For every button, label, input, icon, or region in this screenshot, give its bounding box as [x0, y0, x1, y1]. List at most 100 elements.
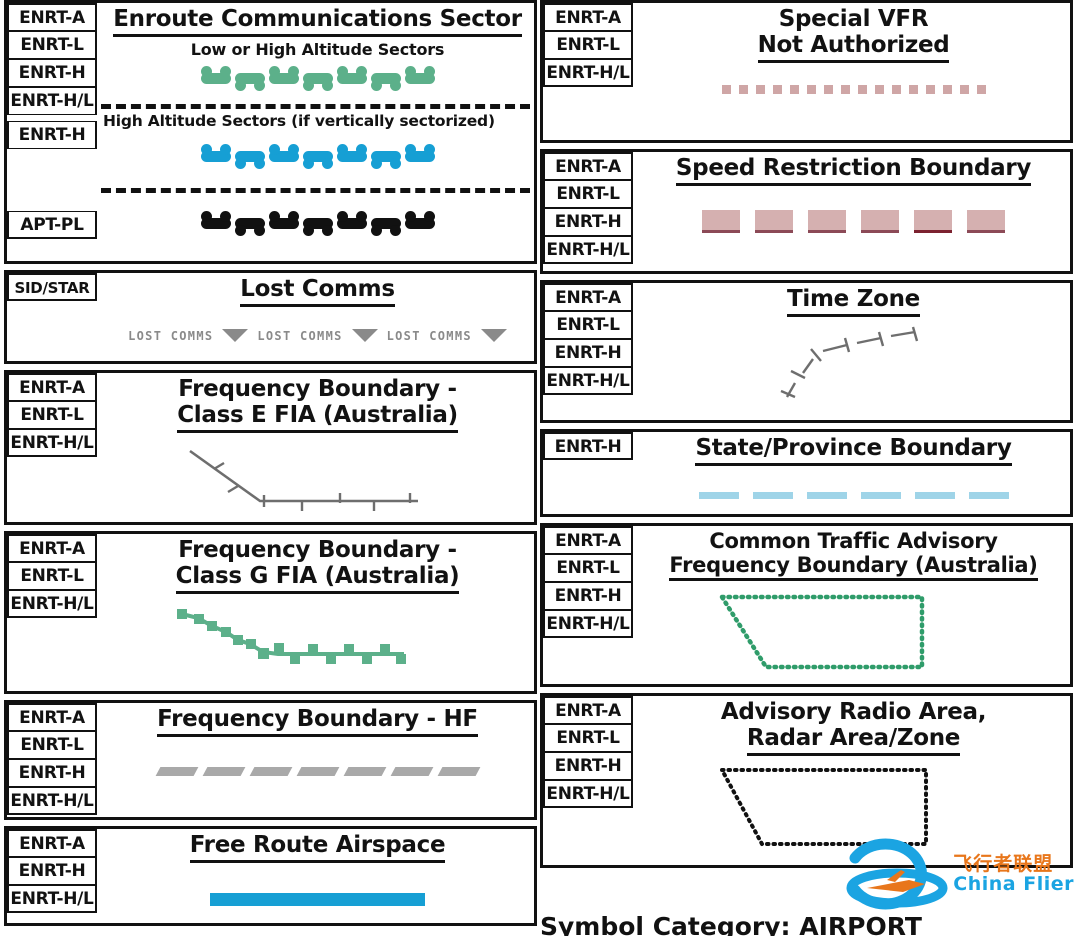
panel-title-line1: Special VFR — [778, 6, 929, 32]
panel-time-zone: ENRT-A ENRT-L ENRT-H ENRT-H/L Time Zone — [540, 280, 1073, 423]
label-stack: ENRT-H — [543, 432, 633, 460]
panel-frequency-boundary-class-g-fia: ENRT-A ENRT-L ENRT-H/L Frequency Boundar… — [4, 531, 537, 694]
dotted-polygon-black-icon — [643, 764, 1064, 854]
label-stack: ENRT-A ENRT-L ENRT-H/L — [7, 373, 97, 457]
chart-type-label: ENRT-A — [7, 3, 97, 31]
chart-type-label: ENRT-H — [543, 432, 633, 460]
panel-body: Lost Comms LOST COMMS LOST COMMS LOST CO… — [101, 273, 534, 349]
pink-block-dash-line-icon — [643, 209, 1064, 233]
chart-legend-page: ENRT-A ENRT-L ENRT-H ENRT-H/L ENRT-H APT… — [0, 0, 1076, 936]
label-stack: ENRT-A ENRT-L ENRT-H ENRT-H/L — [543, 526, 633, 638]
panel-title-line1: Frequency Boundary - — [178, 537, 457, 563]
chart-type-label: ENRT-H — [7, 759, 97, 787]
panel-title: Lost Comms — [107, 276, 528, 307]
section-divider-dashed-2 — [101, 187, 530, 193]
chart-type-label: ENRT-A — [543, 283, 633, 311]
solid-thick-bar-blue-icon — [107, 892, 528, 906]
panel-lost-comms: SID/STAR Lost Comms LOST COMMS LOST COMM… — [4, 270, 537, 364]
chart-type-label: ENRT-L — [7, 562, 97, 590]
panel-body: Advisory Radio Area, Radar Area/Zone — [637, 696, 1070, 860]
panel-title-line2: Not Authorized — [757, 32, 950, 63]
panel-title: State/Province Boundary — [643, 435, 1064, 466]
panel-title-line2: Frequency Boundary (Australia) — [669, 553, 1038, 582]
chart-type-label: ENRT-H/L — [543, 780, 633, 808]
panel-body-3 — [101, 211, 534, 237]
label-stack: ENRT-A ENRT-L ENRT-H ENRT-H/L — [7, 703, 97, 815]
chart-type-label: ENRT-A — [7, 703, 97, 731]
chart-type-label: ENRT-A — [7, 534, 97, 562]
chart-type-label: ENRT-H — [543, 208, 633, 236]
chart-type-label: ENRT-H/L — [7, 429, 97, 457]
chart-type-label: ENRT-A — [7, 829, 97, 857]
chart-type-label: ENRT-H/L — [7, 590, 97, 618]
panel-title-text: Enroute Communications Sector — [113, 6, 522, 37]
label-stack: ENRT-A ENRT-H ENRT-H/L — [7, 829, 97, 913]
panel-title-line2: Class E FIA (Australia) — [177, 402, 458, 433]
panel-title: Speed Restriction Boundary — [643, 155, 1064, 186]
label-stack: ENRT-A ENRT-L ENRT-H ENRT-H/L — [543, 696, 633, 808]
panel-body: Speed Restriction Boundary — [637, 152, 1070, 239]
panel-title: Free Route Airspace — [107, 832, 528, 863]
panel-body: Special VFR Not Authorized — [637, 3, 1070, 100]
chart-type-label: ENRT-A — [543, 526, 633, 554]
panel-speed-restriction-boundary: ENRT-A ENRT-L ENRT-H ENRT-H/L Speed Rest… — [540, 149, 1073, 274]
panel-body: Frequency Boundary - Class G FIA (Austra… — [101, 534, 534, 678]
chart-type-label: ENRT-H/L — [7, 87, 97, 115]
panel-body: Free Route Airspace — [101, 829, 534, 912]
down-triangle-icon — [351, 329, 378, 343]
panel-title-text: Frequency Boundary - HF — [157, 706, 478, 737]
chart-type-label: ENRT-L — [543, 180, 633, 208]
chart-type-label: ENRT-A — [543, 696, 633, 724]
chart-type-label: ENRT-L — [543, 311, 633, 339]
panel-title-text: State/Province Boundary — [695, 435, 1012, 466]
panel-subtitle-2: High Altitude Sectors (if vertically sec… — [103, 111, 495, 130]
chart-type-label: ENRT-H — [7, 59, 97, 87]
panel-special-vfr-not-authorized: ENRT-A ENRT-L ENRT-H/L Special VFR Not A… — [540, 0, 1073, 143]
panel-title: Frequency Boundary - Class G FIA (Austra… — [107, 537, 528, 594]
label-stack: ENRT-A ENRT-L ENRT-H/L — [543, 3, 633, 87]
panel-body: Time Zone — [637, 283, 1070, 409]
panel-title-line1: Common Traffic Advisory — [709, 529, 998, 553]
comm-sector-arc-chain-blue-icon — [101, 144, 534, 170]
panel-title: Common Traffic Advisory Frequency Bounda… — [643, 529, 1064, 582]
bottom-partial-heading: Symbol Category: AIRPORT — [540, 912, 922, 936]
chart-type-label: ENRT-L — [7, 31, 97, 59]
chart-type-label: ENRT-H — [7, 857, 97, 885]
chart-type-label: ENRT-H — [7, 121, 97, 149]
panel-state-province-boundary: ENRT-H State/Province Boundary — [540, 429, 1073, 517]
chart-type-label: ENRT-H/L — [543, 610, 633, 638]
comm-sector-arc-chain-green-icon — [107, 66, 528, 92]
comm-sector-arc-chain-black-icon — [101, 211, 534, 237]
chart-type-label: ENRT-H/L — [7, 787, 97, 815]
panel-title-text: Free Route Airspace — [189, 832, 446, 863]
chart-type-label: ENRT-A — [543, 3, 633, 31]
chart-type-label: ENRT-A — [543, 152, 633, 180]
slanted-dash-line-gray-icon — [107, 766, 528, 776]
chart-type-label: ENRT-L — [543, 724, 633, 752]
label-stack: SID/STAR — [7, 273, 97, 301]
right-column: ENRT-A ENRT-L ENRT-H/L Special VFR Not A… — [540, 0, 1073, 874]
panel-title: Special VFR Not Authorized — [643, 6, 1064, 63]
lost-comms-label: LOST COMMS — [128, 328, 214, 343]
dashed-line-sky-blue-icon — [643, 491, 1064, 499]
panel-body: Enroute Communications Sector Low or Hig… — [101, 3, 534, 96]
panel-title-line1: Frequency Boundary - — [178, 376, 457, 402]
chart-type-label: ENRT-H — [543, 582, 633, 610]
chart-type-label: ENRT-H — [543, 339, 633, 367]
chart-type-label: ENRT-H — [543, 752, 633, 780]
panel-frequency-boundary-class-e-fia: ENRT-A ENRT-L ENRT-H/L Frequency Boundar… — [4, 370, 537, 525]
panel-advisory-radio-area: ENRT-A ENRT-L ENRT-H ENRT-H/L Advisory R… — [540, 693, 1073, 868]
panel-body: Common Traffic Advisory Frequency Bounda… — [637, 526, 1070, 679]
chart-type-label: ENRT-H/L — [543, 367, 633, 395]
panel-title-line2: Class G FIA (Australia) — [175, 563, 460, 594]
label-stack: ENRT-A ENRT-L ENRT-H ENRT-H/L ENRT-H APT… — [7, 3, 97, 239]
left-column: ENRT-A ENRT-L ENRT-H ENRT-H/L ENRT-H APT… — [4, 0, 537, 932]
dotted-polygon-green-icon — [643, 591, 1064, 673]
label-stack: ENRT-A ENRT-L ENRT-H/L — [7, 534, 97, 618]
panel-title: Frequency Boundary - HF — [107, 706, 528, 737]
tick-polyline-gray-icon — [107, 445, 528, 511]
panel-body: State/Province Boundary — [637, 432, 1070, 505]
dotted-square-line-pink-icon — [643, 84, 1064, 94]
chart-type-label: APT-PL — [7, 211, 97, 239]
chart-type-label: ENRT-H/L — [7, 885, 97, 913]
